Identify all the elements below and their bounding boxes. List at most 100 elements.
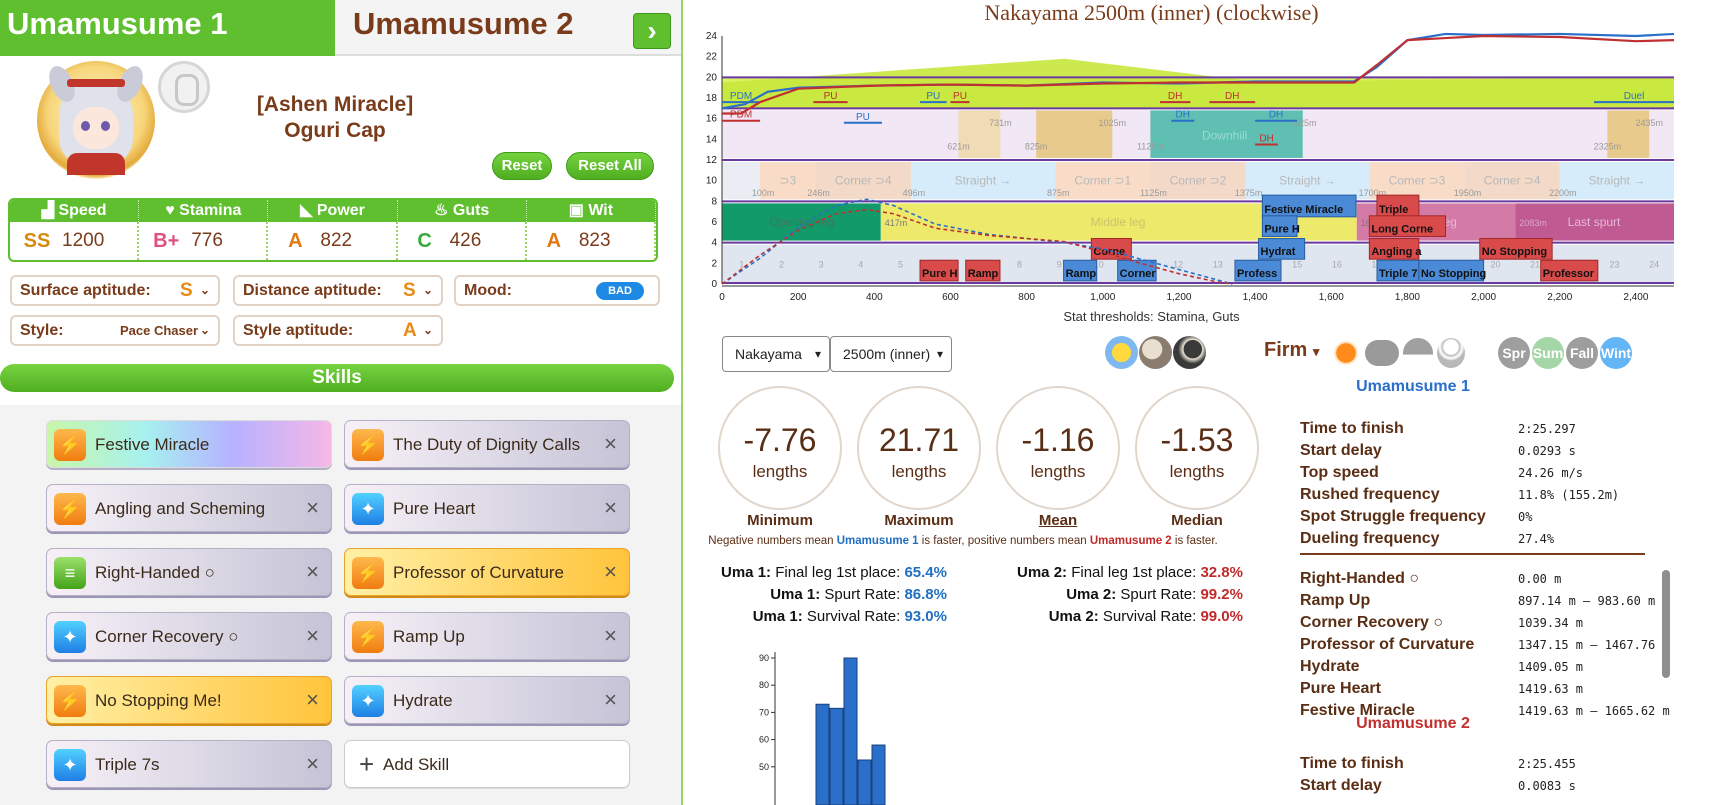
section-number: 23 bbox=[1609, 259, 1619, 269]
skill-card[interactable]: ✦ Hydrate × bbox=[344, 676, 630, 724]
distance-aptitude-select[interactable]: Distance aptitude: S ⌄ bbox=[233, 275, 443, 306]
skill-card[interactable]: ⚡ Angling and Scheming × bbox=[46, 484, 332, 532]
remove-skill-icon[interactable]: × bbox=[604, 687, 617, 713]
remove-skill-icon[interactable]: × bbox=[306, 623, 319, 649]
tab-umamusume-1[interactable]: Umamusume 1 bbox=[0, 0, 335, 56]
skill-card[interactable]: ⚡ Ramp Up × bbox=[344, 612, 630, 660]
slope-distance-label: 1125m bbox=[1137, 142, 1164, 152]
skill-card[interactable]: ≡ Right-Handed ○ × bbox=[46, 548, 332, 596]
skill-card[interactable]: ✦ Triple 7s × bbox=[46, 740, 332, 788]
season-summer-button[interactable]: Sum bbox=[1532, 337, 1564, 369]
evening-time-icon[interactable] bbox=[1139, 336, 1172, 369]
skill-card[interactable]: ✦ Pure Heart × bbox=[344, 484, 630, 532]
distance-select[interactable]: 2500m (inner) ▾ bbox=[830, 336, 952, 372]
style-select[interactable]: Style: Pace Chaser ⌄ bbox=[10, 315, 220, 346]
remove-skill-icon[interactable]: × bbox=[604, 559, 617, 585]
skill-card[interactable]: ⚡ The Duty of Dignity Calls × bbox=[344, 420, 630, 468]
cloudy-weather-icon[interactable] bbox=[1365, 340, 1399, 366]
stat-stamina-value[interactable]: 776 bbox=[191, 230, 223, 252]
season-spring-button[interactable]: Spr bbox=[1498, 337, 1530, 369]
rainy-weather-icon[interactable] bbox=[1403, 338, 1433, 368]
stat-power-value[interactable]: 822 bbox=[320, 230, 352, 252]
stat-speed-cell[interactable]: SS 1200 bbox=[10, 222, 140, 260]
skill-name: Hydrate bbox=[393, 691, 453, 710]
stat-wit-value[interactable]: 823 bbox=[579, 230, 611, 252]
skill-card[interactable]: ⚡ Festive Miracle bbox=[46, 420, 332, 468]
style-aptitude-label: Style aptitude: bbox=[243, 322, 354, 339]
summary-value: 0% bbox=[1518, 510, 1533, 524]
y-tick-label: 0 bbox=[711, 279, 717, 290]
remove-skill-icon[interactable]: × bbox=[306, 559, 319, 585]
tab-umamusume-2[interactable]: Umamusume 2 › bbox=[335, 0, 681, 56]
skill-card[interactable]: ✦ Corner Recovery ○ × bbox=[46, 612, 332, 660]
chevron-right-icon[interactable]: › bbox=[633, 13, 671, 49]
mood-value-badge: BAD bbox=[596, 282, 644, 300]
slope-distance-label: 1525m bbox=[1289, 118, 1317, 128]
skill-speed-icon: ⚡ bbox=[352, 429, 384, 461]
skill-name: Pure Heart bbox=[393, 499, 476, 518]
scroll-thumb[interactable] bbox=[1662, 570, 1670, 678]
season-fall-button[interactable]: Fall bbox=[1566, 337, 1598, 369]
histogram-bar bbox=[857, 759, 872, 805]
y-tick-label: 24 bbox=[706, 31, 718, 42]
y-tick-label: 18 bbox=[706, 93, 718, 104]
stat-header-speed: ▟ Speed bbox=[10, 200, 140, 222]
remove-skill-icon[interactable]: × bbox=[306, 751, 319, 777]
stat-stamina-cell[interactable]: B+ 776 bbox=[139, 222, 269, 260]
y-tick-label: 20 bbox=[706, 72, 718, 83]
night-time-icon[interactable] bbox=[1173, 336, 1206, 369]
sunny-weather-icon[interactable] bbox=[1331, 338, 1361, 368]
uma-name-block: [Ashen Miracle] Oguri Cap bbox=[180, 92, 490, 144]
stat-wit-cell[interactable]: A 823 bbox=[527, 222, 656, 260]
stat-header-wit: ▣ Wit bbox=[527, 200, 656, 222]
segment-distance-label: 246m bbox=[807, 188, 830, 198]
sun-time-icon[interactable] bbox=[1105, 336, 1138, 369]
stat-power-cell[interactable]: A 822 bbox=[268, 222, 398, 260]
track-segment-label: ⊃3 bbox=[780, 174, 797, 188]
section-number: 24 bbox=[1649, 259, 1659, 269]
snowy-weather-icon[interactable] bbox=[1437, 338, 1465, 368]
uma2-spurt-rate-stat: Uma 2: Spurt Rate: 99.2% bbox=[1066, 586, 1243, 603]
summary-divider bbox=[1300, 553, 1645, 555]
surface-aptitude-select[interactable]: Surface aptitude: S ⌄ bbox=[10, 275, 220, 306]
remove-skill-icon[interactable]: × bbox=[306, 495, 319, 521]
remove-skill-icon[interactable]: × bbox=[604, 431, 617, 457]
summary-row: Start delay 0.0083 s bbox=[1300, 777, 1680, 799]
skill-name: Corner Recovery ○ bbox=[95, 627, 239, 646]
skills-header: Skills bbox=[0, 364, 674, 392]
add-skill-button[interactable]: + Add Skill bbox=[344, 740, 630, 788]
skill-name: Angling and Scheming bbox=[95, 499, 266, 518]
remove-skill-icon[interactable]: × bbox=[604, 495, 617, 521]
mean-label[interactable]: Mean bbox=[996, 512, 1120, 529]
ground-condition-select[interactable]: Firm ▾ bbox=[1264, 339, 1319, 362]
skill-speed-icon: ⚡ bbox=[352, 557, 384, 589]
reset-all-button[interactable]: Reset All bbox=[566, 152, 654, 180]
phase-label: Middle leg bbox=[1091, 215, 1146, 229]
skill-list-scrollbar[interactable] bbox=[1661, 558, 1671, 716]
unit-label: lengths bbox=[1169, 462, 1225, 481]
mood-select[interactable]: Mood: BAD bbox=[454, 275, 660, 306]
downhill-label: Downhill bbox=[1202, 128, 1247, 142]
remove-skill-icon[interactable]: × bbox=[306, 687, 319, 713]
minimum-value: -7.76 bbox=[743, 422, 817, 458]
summary1-skill-activations[interactable]: Right-Handed ○ 0.00 m Ramp Up 897.14 m – 98… bbox=[1283, 568, 1683, 716]
remove-skill-icon[interactable]: × bbox=[604, 623, 617, 649]
style-aptitude-select[interactable]: Style aptitude: A ⌄ bbox=[233, 315, 443, 346]
course-chart[interactable]: 0246810121416182022240 200 400 600 800 1,000 1… bbox=[683, 28, 1715, 310]
skill-name: The Duty of Dignity Calls bbox=[393, 435, 581, 454]
mean-circle: -1.16 lengths bbox=[996, 386, 1120, 510]
x-tick-label: 600 bbox=[942, 292, 959, 303]
track-select-value: Nakayama bbox=[735, 346, 802, 362]
summary-row: Corner Recovery ○ 1039.34 m bbox=[1300, 614, 1680, 636]
stat-speed-value[interactable]: 1200 bbox=[62, 230, 104, 252]
season-winter-button[interactable]: Wint bbox=[1600, 337, 1632, 369]
skill-card[interactable]: ⚡ Professor of Curvature × bbox=[344, 548, 630, 596]
skill-card[interactable]: ⚡ No Stopping Me! × bbox=[46, 676, 332, 724]
reset-button[interactable]: Reset bbox=[492, 152, 552, 180]
maximum-value: 21.71 bbox=[878, 422, 960, 458]
avatar[interactable] bbox=[37, 61, 155, 179]
stat-guts-cell[interactable]: C 426 bbox=[398, 222, 527, 260]
stat-guts-value[interactable]: 426 bbox=[450, 230, 482, 252]
skill-name: Right-Handed ○ bbox=[95, 563, 215, 582]
track-select[interactable]: Nakayama ▾ bbox=[722, 336, 830, 372]
